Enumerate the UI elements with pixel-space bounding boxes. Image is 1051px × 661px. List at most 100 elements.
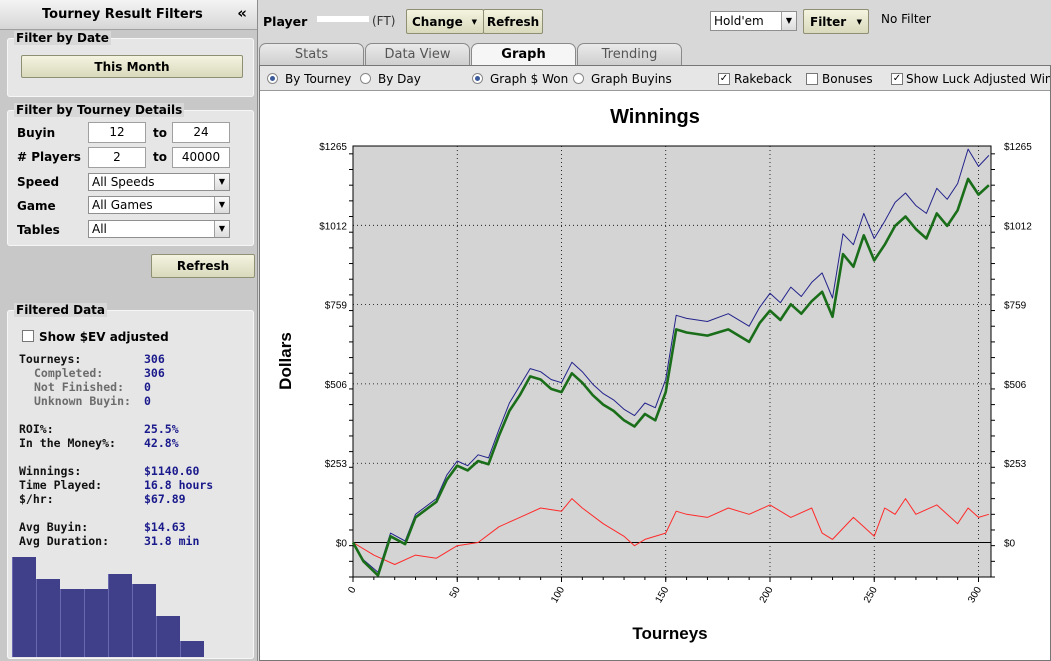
players-from-input[interactable]: 2 (88, 147, 146, 168)
tables-select[interactable]: All ▼ (88, 220, 230, 238)
stat-label: Unknown Buyin: (34, 394, 131, 408)
game-label: Game (17, 199, 56, 213)
change-button[interactable]: Change ▼ (406, 9, 484, 34)
histogram-bar (108, 574, 132, 657)
tab-data-view[interactable]: Data View (365, 43, 470, 65)
chevron-down-icon[interactable]: ▼ (214, 221, 229, 237)
speed-select[interactable]: All Speeds ▼ (88, 173, 230, 191)
details-filter-group: Filter by Tourney Details Buyin 12 to 24… (7, 103, 254, 246)
speed-value: All Speeds (92, 175, 155, 189)
histogram-bar (36, 579, 60, 657)
winnings-chart: Winnings Tourneys Dollars $0 $0 $253 $253 $5… (276, 106, 1032, 643)
y-tick-label: $253 (325, 459, 348, 470)
tables-value: All (92, 222, 107, 236)
chevron-down-icon[interactable]: ▼ (781, 12, 796, 30)
sidebar-title: Tourney Result Filters (42, 7, 203, 22)
histogram-bar (60, 589, 84, 657)
stat-row: Unknown Buyin: 0 (0, 394, 240, 408)
y-tick-label: $0 (336, 539, 348, 550)
chart-y-label: Dollars (276, 332, 295, 390)
x-tick-label: 250 (862, 585, 880, 605)
stat-label: Completed: (34, 366, 104, 380)
stat-row: Tourneys: 306 (0, 352, 240, 366)
change-label: Change (412, 14, 463, 29)
sidebar-refresh-button[interactable]: Refresh (151, 254, 255, 278)
filter-sidebar: Tourney Result Filters « Filter by Date … (0, 0, 258, 661)
luck-adjusted-checkbox[interactable]: ✓ (891, 73, 903, 85)
x-tick-label: 150 (653, 585, 671, 605)
y-tick-label-right: $253 (1004, 459, 1027, 470)
y-tick-label-right: $0 (1004, 539, 1016, 550)
y-tick-label: $759 (325, 301, 348, 312)
game-type-select[interactable]: Hold'em ▼ (710, 11, 797, 31)
histogram (12, 557, 222, 657)
stat-label: Not Finished: (34, 380, 125, 394)
tab-trending[interactable]: Trending (577, 43, 682, 65)
rakeback-checkbox[interactable]: ✓ (718, 73, 730, 85)
stat-value: 42.8% (144, 436, 179, 450)
y-tick-label: $1012 (319, 221, 347, 232)
graph-won-radio[interactable] (472, 73, 483, 84)
top-toolbar: Player (FT) Change ▼ Refresh Hold'em ▼ F… (259, 0, 1051, 42)
y-tick-label-right: $1012 (1004, 221, 1032, 232)
stat-value: 25.5% (144, 422, 179, 436)
histogram-bar (156, 616, 180, 657)
stat-row: Avg Buyin: $14.63 (0, 520, 240, 534)
player-site: (FT) (372, 14, 396, 28)
stat-value: $1140.60 (144, 464, 200, 478)
collapse-icon[interactable]: « (237, 4, 247, 22)
ev-adjusted-label: Show $EV adjusted (39, 330, 169, 344)
buyin-to-input[interactable]: 24 (172, 122, 230, 143)
graph-options-bar: By Tourney By Day Graph $ Won Graph Buyi… (260, 66, 1050, 91)
graph-buyins-radio[interactable] (573, 73, 584, 84)
y-tick-label-right: $1265 (1004, 142, 1032, 153)
stat-row: $/hr: $67.89 (0, 492, 240, 506)
bonuses-label: Bonuses (822, 72, 873, 86)
players-label: # Players (17, 150, 81, 164)
stat-value: 0 (144, 394, 151, 408)
tab-bar: Stats Data View Graph Trending (259, 42, 1051, 66)
stat-row: In the Money%: 42.8% (0, 436, 240, 450)
by-tourney-label: By Tourney (285, 72, 352, 86)
graph-panel: By Tourney By Day Graph $ Won Graph Buyi… (259, 65, 1051, 661)
chart-title: Winnings (610, 106, 700, 128)
ev-adjusted-checkbox[interactable] (22, 330, 34, 342)
chart-plot-area: $0 $0 $253 $253 $506 $506 $759 $759 $1012 $1012 $1… (319, 142, 1032, 605)
stat-label: Avg Buyin: (19, 520, 89, 534)
tab-graph[interactable]: Graph (471, 43, 576, 66)
players-to-input[interactable]: 40000 (172, 147, 230, 168)
stat-row: Time Played: 16.8 hours (0, 478, 240, 492)
x-tick-label: 300 (966, 585, 984, 605)
histogram-bar (84, 589, 108, 657)
histogram-bar (180, 641, 204, 657)
game-type-value: Hold'em (714, 14, 764, 28)
by-tourney-radio[interactable] (267, 73, 278, 84)
by-day-radio[interactable] (360, 73, 371, 84)
date-filter-legend: Filter by Date (14, 31, 111, 45)
rakeback-label: Rakeback (734, 72, 792, 86)
buyin-from-input[interactable]: 12 (88, 122, 146, 143)
luck-adjusted-label: Show Luck Adjusted Winn (906, 72, 1050, 86)
stat-row: Winnings: $1140.60 (0, 464, 240, 478)
game-select[interactable]: All Games ▼ (88, 196, 230, 214)
speed-label: Speed (17, 175, 60, 189)
stat-label: Winnings: (19, 464, 82, 478)
chevron-down-icon[interactable]: ▼ (214, 197, 229, 213)
graph-buyins-label: Graph Buyins (591, 72, 672, 86)
chart-x-label: Tourneys (632, 624, 707, 643)
by-day-label: By Day (378, 72, 421, 86)
stat-label: Avg Duration: (19, 534, 110, 548)
graph-won-label: Graph $ Won (490, 72, 569, 86)
stat-row: Completed: 306 (0, 366, 240, 380)
chevron-down-icon[interactable]: ▼ (214, 174, 229, 190)
bonuses-checkbox[interactable] (806, 73, 818, 85)
this-month-button[interactable]: This Month (21, 55, 243, 78)
tab-stats[interactable]: Stats (259, 43, 364, 65)
stat-row: Not Finished: 0 (0, 380, 240, 394)
filter-button[interactable]: Filter ▼ (803, 9, 869, 34)
stat-value: 16.8 hours (144, 478, 214, 492)
stat-row: ROI%: 25.5% (0, 422, 240, 436)
toolbar-refresh-button[interactable]: Refresh (483, 9, 543, 34)
player-name-redacted (317, 16, 369, 22)
stat-value: 306 (144, 352, 165, 366)
